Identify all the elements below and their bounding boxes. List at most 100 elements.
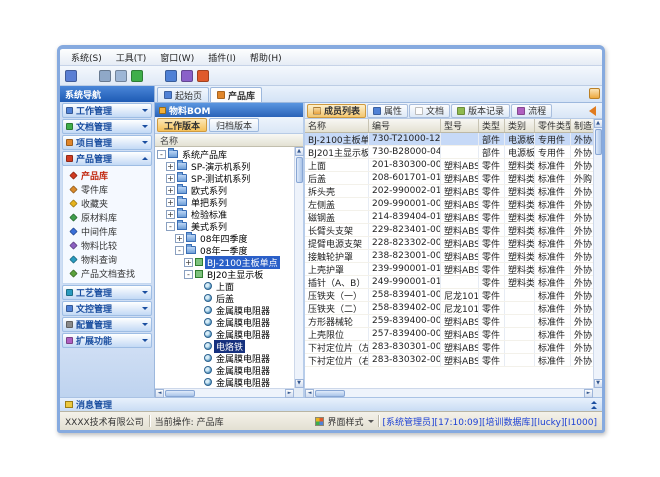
ui-style-selector[interactable]: 界面样式 [328, 415, 364, 428]
sidebar-group[interactable]: 配置管理 [62, 317, 152, 332]
tree-expander-icon[interactable]: - [184, 270, 193, 279]
sidebar-group[interactable]: 工艺管理 [62, 285, 152, 300]
tree-expander-icon[interactable]: + [166, 198, 175, 207]
sidebar-item[interactable]: 物料查询 [63, 252, 151, 266]
scroll-left-icon[interactable]: ◄ [155, 389, 164, 398]
scroll-right-icon[interactable]: ► [584, 389, 593, 398]
tree-expander-icon[interactable]: - [157, 150, 166, 159]
tree-node[interactable]: 金属膜电阻器 [155, 364, 294, 376]
sidebar-group[interactable]: 文档管理 [62, 119, 152, 134]
table-row[interactable]: 方形器械轮 259-839400-00E 塑料ABS 零件 标准件 外协 条 [305, 315, 593, 328]
window-list-icon[interactable] [115, 70, 127, 82]
refresh-icon[interactable] [131, 70, 143, 82]
sidebar-item[interactable]: 收藏夹 [63, 196, 151, 210]
menu-item[interactable]: 帮助(H) [243, 50, 289, 65]
scroll-thumb[interactable] [595, 129, 602, 155]
document-tab[interactable]: 产品库 [210, 87, 262, 102]
tree-node[interactable]: + SP-演示机系列 [155, 160, 294, 172]
scroll-left-icon[interactable]: ◄ [305, 389, 314, 398]
tree-node[interactable]: + 单把系列 [155, 196, 294, 208]
tree-expander-icon[interactable]: - [166, 222, 175, 231]
tree-node[interactable]: + SP-测试机系列 [155, 172, 294, 184]
tree-expander-icon[interactable]: + [166, 162, 175, 171]
table-row[interactable]: 左侧盖 209-990001-00E 塑料ABS 零件 塑料类 标准件 外协 条 [305, 198, 593, 211]
tree-node[interactable]: + 欧式系列 [155, 184, 294, 196]
tree-node[interactable]: - BJ20主显示板 [155, 268, 294, 280]
table-row[interactable]: 压铁夹（一） 258-839401-00E 尼龙1010 零件 标准件 外协 条 [305, 289, 593, 302]
tree-expander-icon[interactable]: + [166, 186, 175, 195]
column-header[interactable]: 类型 [479, 119, 505, 132]
tree-horizontal-scrollbar[interactable]: ◄ ► [155, 388, 294, 397]
table-row[interactable]: 插针（A、B） 249-990001-01E 零件 塑料类 标准件 外协 条 [305, 276, 593, 289]
scroll-thumb[interactable] [315, 390, 345, 397]
style-icon[interactable] [165, 70, 177, 82]
column-header[interactable]: 名称 [305, 119, 369, 132]
scroll-down-icon[interactable]: ▼ [295, 379, 304, 388]
tree-expander-icon[interactable]: + [175, 234, 184, 243]
members-tab[interactable]: 版本记录 [451, 104, 510, 118]
collapse-icon[interactable] [591, 400, 597, 409]
scroll-thumb[interactable] [296, 157, 303, 183]
tree-vertical-scrollbar[interactable]: ▲ ▼ [294, 147, 303, 388]
menu-item[interactable]: 插件(I) [201, 50, 243, 65]
table-row[interactable]: 上壳限位 257-839400-00E 塑料ABS 零件 标准件 外协 条 [305, 328, 593, 341]
tree-node[interactable]: + BJ-2100主板单点 [155, 256, 294, 268]
version-tab[interactable]: 工作版本 [157, 118, 207, 132]
tree-node[interactable]: - 美式系列 [155, 220, 294, 232]
table-row[interactable]: 上壳护罩 239-990001-01E 塑料ABS 零件 塑料类 标准件 外协 … [305, 263, 593, 276]
tree-node[interactable]: 上面 [155, 280, 294, 292]
members-tab[interactable]: 流程 [511, 104, 552, 118]
sidebar-group[interactable]: 工作管理 [62, 103, 152, 118]
tree-expander-icon[interactable]: + [166, 174, 175, 183]
table-row[interactable]: 接触轮护罩 238-823001-00E 塑料ABS 零件 塑料类 标准件 外协… [305, 250, 593, 263]
tree-node[interactable]: 金属膜电阻器 [155, 328, 294, 340]
tree-expander-icon[interactable]: + [184, 258, 193, 267]
menu-item[interactable]: 窗口(W) [153, 50, 201, 65]
tree-node[interactable]: 金属膜电阻器 [155, 376, 294, 388]
table-row[interactable]: 后盖 208-601701-01E 塑料ABS 零件 塑料类 标准件 外购 条 [305, 172, 593, 185]
scroll-up-icon[interactable]: ▲ [594, 119, 603, 128]
tree-node[interactable]: 金属膜电阻器 [155, 304, 294, 316]
sidebar-group-product[interactable]: 产品管理 [62, 151, 152, 166]
exit-icon[interactable] [197, 70, 209, 82]
sidebar-item[interactable]: 零件库 [63, 182, 151, 196]
table-row[interactable]: BJ201主显示板 730-B28000-04E 部件 电源板 专用件 外协 颗 [305, 146, 593, 159]
menu-item[interactable]: 系统(S) [64, 50, 109, 65]
grid-vertical-scrollbar[interactable]: ▲ ▼ [593, 119, 602, 388]
tree-node[interactable]: 电烙铁 [155, 340, 294, 352]
document-tab[interactable]: 起始页 [157, 87, 209, 102]
table-row[interactable]: 下衬定位片（右） 283-830302-00E 塑料ABS 零件 标准件 外协 … [305, 354, 593, 367]
sidebar-item[interactable]: 原材料库 [63, 210, 151, 224]
table-row[interactable]: 磁钢盖 214-839404-01E 塑料ABS 零件 塑料类 标准件 外协 条 [305, 211, 593, 224]
scroll-up-icon[interactable]: ▲ [295, 147, 304, 156]
column-header[interactable]: 制造方式 [571, 119, 593, 132]
tree-column-header[interactable]: 名称 [155, 134, 303, 147]
tree-node[interactable]: + 08年四季度 [155, 232, 294, 244]
table-row[interactable]: BJ-2100主板单点 730-T21000-12E 部件 电源板 专用件 外协… [305, 133, 593, 146]
members-tab[interactable]: 属性 [367, 104, 408, 118]
sidebar-item[interactable]: 物料比较 [63, 238, 151, 252]
tab-strip-menu-icon[interactable] [589, 88, 600, 99]
column-header[interactable]: 型号 [441, 119, 479, 132]
column-header[interactable]: 编号 [369, 119, 441, 132]
tree-node[interactable]: 金属膜电阻器 [155, 316, 294, 328]
tree-node[interactable]: 后盖 [155, 292, 294, 304]
scroll-right-icon[interactable]: ► [285, 389, 294, 398]
table-row[interactable]: 下衬定位片（左） 283-830301-00E 塑料ABS 零件 标准件 外协 … [305, 341, 593, 354]
navigate-icon[interactable] [99, 70, 111, 82]
column-header[interactable]: 零件类型 [535, 119, 571, 132]
back-arrow-icon[interactable] [589, 106, 596, 116]
table-row[interactable]: 压铁夹（二） 258-839402-00E 尼龙1010 零件 标准件 外协 条 [305, 302, 593, 315]
table-row[interactable]: 长臂头支架 229-823401-00E 塑料ABS 零件 塑料类 标准件 外协… [305, 224, 593, 237]
tree-expander-icon[interactable]: + [166, 210, 175, 219]
sidebar-group[interactable]: 文控管理 [62, 301, 152, 316]
app-icon[interactable] [65, 70, 77, 82]
menu-item[interactable]: 工具(T) [109, 50, 154, 65]
scroll-thumb[interactable] [165, 390, 195, 397]
sidebar-item[interactable]: 中间件库 [63, 224, 151, 238]
tree-node[interactable]: + 检验标准 [155, 208, 294, 220]
sidebar-item[interactable]: 产品文档查找 [63, 266, 151, 280]
chevron-down-icon[interactable] [368, 420, 374, 426]
plugin-icon[interactable] [181, 70, 193, 82]
tree-node[interactable]: - 08年一季度 [155, 244, 294, 256]
